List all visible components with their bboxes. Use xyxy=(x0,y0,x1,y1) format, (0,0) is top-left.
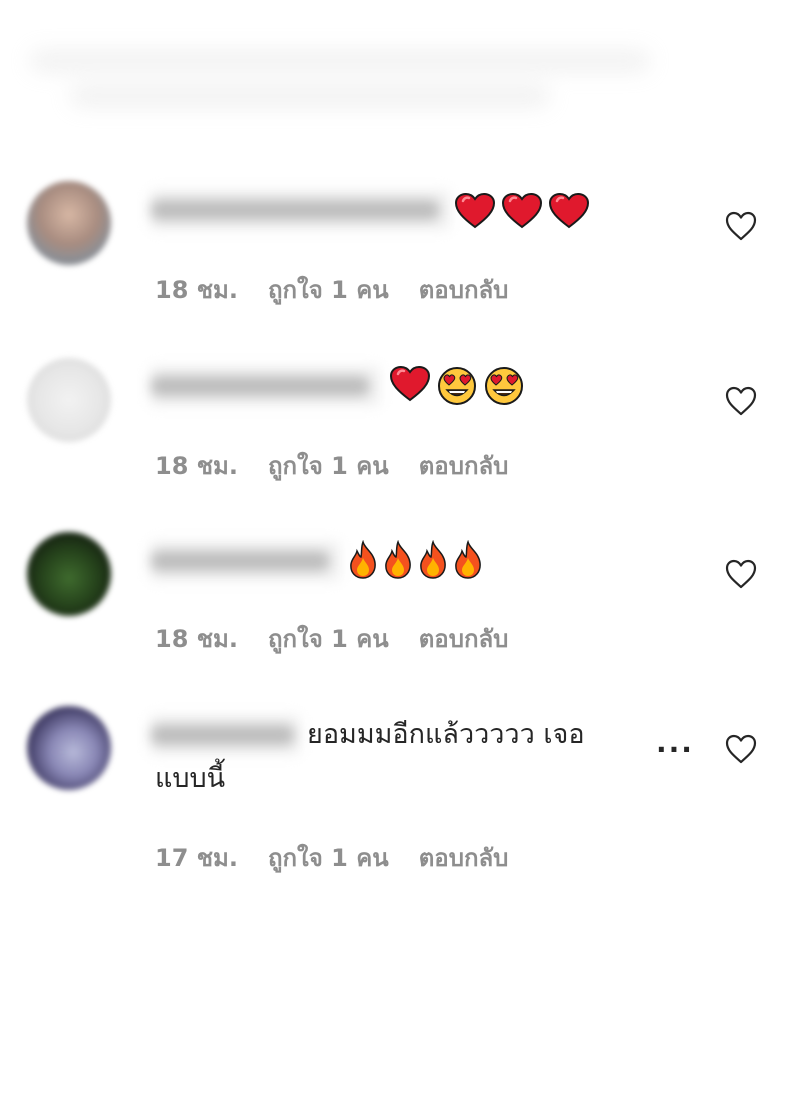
like-heart-icon[interactable] xyxy=(724,733,758,765)
comment-time: 18 ชม. xyxy=(155,276,238,304)
username-blurred[interactable] xyxy=(150,541,340,581)
fire-emoji xyxy=(452,540,484,580)
reply-button[interactable]: ตอบกลับ xyxy=(419,619,509,658)
likes-count-link[interactable]: ถูกใจ 1 คน xyxy=(268,446,389,485)
comment-emojis xyxy=(347,540,484,580)
likes-count-link[interactable]: ถูกใจ 1 คน xyxy=(268,619,389,658)
comment-text-line-2: แบบนี้ xyxy=(155,763,226,794)
fire-emoji xyxy=(382,540,414,580)
comment-time: 18 ชม. xyxy=(155,625,238,653)
heart-eyes-emoji xyxy=(437,366,477,406)
heart-emoji xyxy=(502,193,542,229)
comment-meta: 18 ชม. ถูกใจ 1 คน ตอบกลับ xyxy=(155,270,508,309)
likes-count-link[interactable]: ถูกใจ 1 คน xyxy=(268,838,389,877)
comment-meta: 18 ชม. ถูกใจ 1 คน ตอบกลับ xyxy=(155,619,508,658)
more-ellipsis-button[interactable]: ... xyxy=(656,726,694,759)
like-heart-icon[interactable] xyxy=(724,558,758,590)
text-fade xyxy=(592,716,652,756)
comment-time: 17 ชม. xyxy=(155,844,238,872)
likes-count-link[interactable]: ถูกใจ 1 คน xyxy=(268,270,389,309)
comment-time: 18 ชม. xyxy=(155,452,238,480)
comment-text-line-1: ยอมมมอีกแล้ววววว เจอ xyxy=(307,719,585,750)
username-blurred[interactable] xyxy=(150,190,450,230)
reply-button[interactable]: ตอบกลับ xyxy=(419,270,509,309)
avatar[interactable] xyxy=(27,532,111,616)
fire-emoji xyxy=(347,540,379,580)
comment-meta: 18 ชม. ถูกใจ 1 คน ตอบกลับ xyxy=(155,446,508,485)
reply-button[interactable]: ตอบกลับ xyxy=(419,446,509,485)
fire-emoji xyxy=(417,540,449,580)
avatar[interactable] xyxy=(27,358,111,442)
comment-emojis xyxy=(455,193,589,229)
avatar[interactable] xyxy=(27,181,111,265)
heart-emoji xyxy=(549,193,589,229)
username-blurred[interactable] xyxy=(150,366,380,406)
comment-emojis xyxy=(390,366,524,406)
heart-emoji xyxy=(390,366,430,402)
heart-eyes-emoji xyxy=(484,366,524,406)
comment-meta: 17 ชม. ถูกใจ 1 คน ตอบกลับ xyxy=(155,838,508,877)
heart-emoji xyxy=(455,193,495,229)
reply-button[interactable]: ตอบกลับ xyxy=(419,838,509,877)
avatar[interactable] xyxy=(27,706,111,790)
blurred-header xyxy=(30,40,730,110)
like-heart-icon[interactable] xyxy=(724,210,758,242)
like-heart-icon[interactable] xyxy=(724,385,758,417)
username-blurred[interactable] xyxy=(150,715,300,755)
